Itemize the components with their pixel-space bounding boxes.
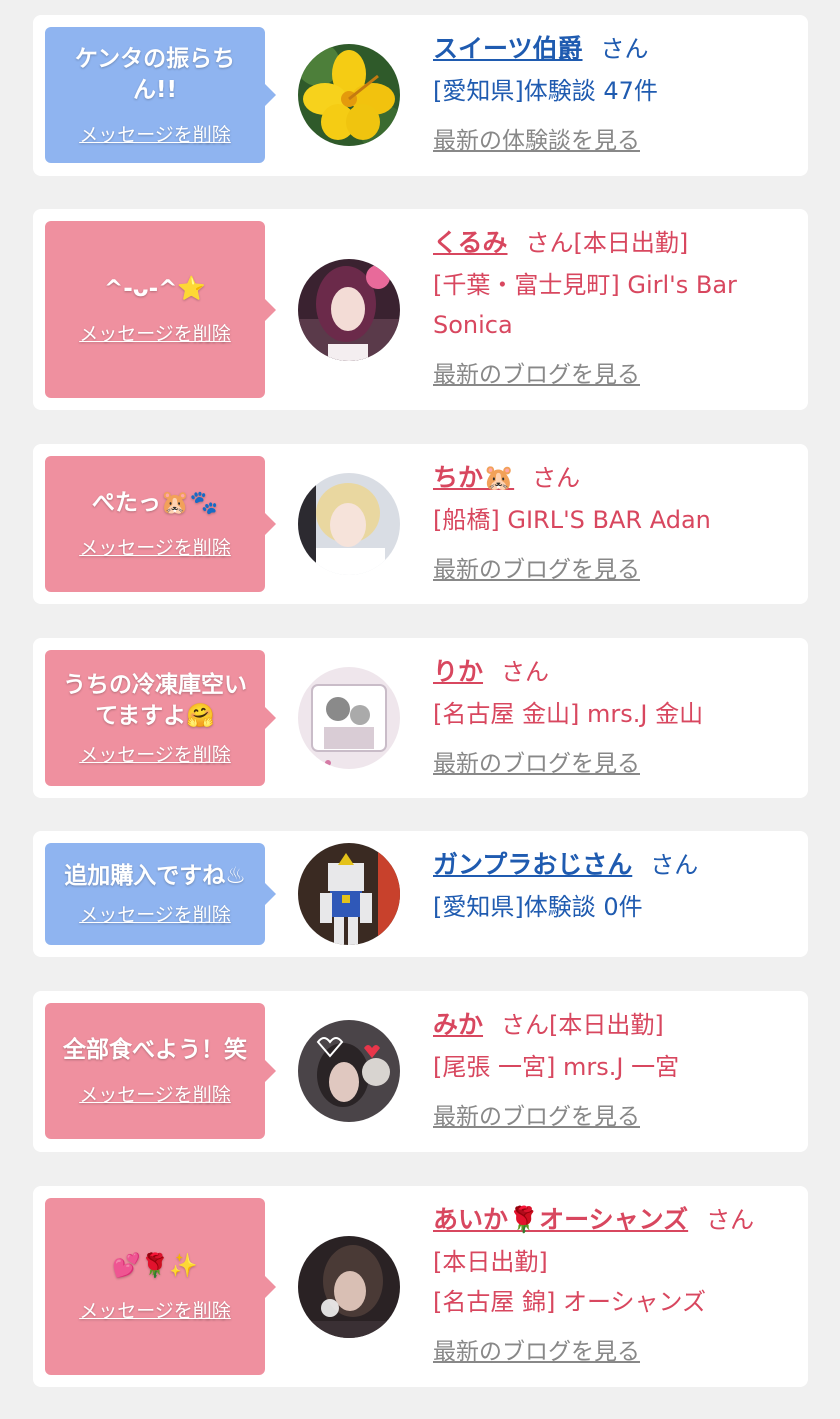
sender-info: みか さん[本日出勤] [尾張 一宮] mrs.J 一宮 最新のブログを見る [433, 1003, 796, 1139]
delete-message-link[interactable]: メッセージを削除 [79, 1296, 231, 1323]
message-text: 💕🌹✨ [112, 1252, 198, 1279]
sender-honorific: さん[本日出勤] [525, 229, 689, 257]
message-bubble: ケンタの振らちん!! メッセージを削除 [45, 27, 276, 163]
latest-blog-link[interactable]: 最新のブログを見る [433, 353, 640, 397]
delete-message-link[interactable]: メッセージを削除 [79, 900, 231, 927]
latest-reviews-link[interactable]: 最新の体験談を見る [433, 119, 640, 163]
sender-detail: [名古屋 錦] オーシャンズ [433, 1288, 707, 1316]
sender-info: くるみ さん[本日出勤] [千葉・富士見町] Girl's Bar Sonica … [433, 221, 796, 397]
latest-blog-link[interactable]: 最新のブログを見る [433, 548, 640, 592]
delete-message-link[interactable]: メッセージを削除 [79, 1080, 231, 1107]
sender-name[interactable]: ガンプラおじさん [433, 850, 632, 879]
sender-detail: [愛知県]体験談 47件 [433, 77, 658, 105]
avatar[interactable] [298, 259, 400, 361]
message-text: うちの冷凍庫空いてますよ🤗 [63, 671, 247, 729]
sender-honorific: さん [501, 658, 550, 686]
sender-detail: [愛知県]体験談 0件 [433, 893, 643, 921]
sender-honorific: さん[本日出勤] [501, 1011, 664, 1039]
sender-name[interactable]: りか [433, 657, 483, 686]
sender-name[interactable]: ちか🐹 [433, 463, 514, 492]
message-bubble: ^-ᴗ-^⭐ メッセージを削除 [45, 221, 276, 398]
message-bubble: うちの冷凍庫空いてますよ🤗 メッセージを削除 [45, 650, 276, 786]
avatar[interactable] [298, 44, 400, 146]
message-text: 追加購入ですね♨ [64, 863, 246, 889]
latest-blog-link[interactable]: 最新のブログを見る [433, 742, 640, 786]
sender-name[interactable]: スイーツ伯爵 [433, 34, 583, 63]
message-text: ぺたっ🐹🐾 [91, 490, 219, 516]
message-card: ^-ᴗ-^⭐ メッセージを削除 くるみ さん[本日出勤] [千葉・富士見町] Gi… [33, 209, 808, 410]
sender-detail: [本日出勤] [433, 1248, 548, 1276]
message-text: ^-ᴗ-^⭐ [103, 275, 207, 302]
message-bubble: ぺたっ🐹🐾 メッセージを削除 [45, 456, 276, 592]
message-card: うちの冷凍庫空いてますよ🤗 メッセージを削除 りか さん [名古屋 金山] mrs… [33, 638, 808, 798]
message-bubble: 追加購入ですね♨ メッセージを削除 [45, 843, 276, 945]
message-bubble: 全部食べよう！笑 メッセージを削除 [45, 1003, 276, 1139]
sender-info: スイーツ伯爵 さん [愛知県]体験談 47件 最新の体験談を見る [433, 27, 796, 163]
message-card: 追加購入ですね♨ メッセージを削除 ガンプラおじさん さん [愛知県]体験談 0件 [33, 831, 808, 957]
sender-info: あいか🌹オーシャンズ さん [本日出勤] [名古屋 錦] オーシャンズ 最新のブロ… [433, 1198, 796, 1374]
latest-blog-link[interactable]: 最新のブログを見る [433, 1330, 640, 1374]
message-bubble: 💕🌹✨ メッセージを削除 [45, 1198, 276, 1375]
message-text: 全部食べよう！笑 [63, 1037, 247, 1063]
sender-honorific: さん [650, 851, 699, 879]
message-list: ケンタの振らちん!! メッセージを削除 スイーツ伯爵 さん [愛知県]体験談 47… [0, 0, 840, 1419]
message-card: 全部食べよう！笑 メッセージを削除 みか さん[本日出勤] [尾張 一宮] mrs… [33, 991, 808, 1152]
delete-message-link[interactable]: メッセージを削除 [79, 740, 231, 767]
sender-honorific: さん [706, 1206, 755, 1234]
sender-name[interactable]: みか [433, 1010, 483, 1039]
avatar[interactable] [298, 1236, 400, 1338]
sender-info: ガンプラおじさん さん [愛知県]体験談 0件 [433, 843, 796, 927]
message-card: 💕🌹✨ メッセージを削除 あいか🌹オーシャンズ さん [本日出勤] [名古屋 錦]… [33, 1186, 808, 1387]
latest-blog-link[interactable]: 最新のブログを見る [433, 1095, 640, 1139]
message-card: ケンタの振らちん!! メッセージを削除 スイーツ伯爵 さん [愛知県]体験談 47… [33, 15, 808, 176]
avatar[interactable] [298, 1020, 400, 1122]
sender-name[interactable]: あいか🌹オーシャンズ [433, 1205, 688, 1234]
message-text: ケンタの振らちん!! [74, 45, 236, 103]
sender-detail: [名古屋 金山] mrs.J 金山 [433, 700, 704, 728]
delete-message-link[interactable]: メッセージを削除 [79, 533, 231, 560]
sender-detail: [船橋] GIRL'S BAR Adan [433, 506, 711, 534]
sender-info: りか さん [名古屋 金山] mrs.J 金山 最新のブログを見る [433, 650, 796, 786]
message-card: ぺたっ🐹🐾 メッセージを削除 ちか🐹 さん [船橋] GIRL'S BAR Ada… [33, 444, 808, 604]
sender-detail: [千葉・富士見町] Girl's Bar Sonica [433, 271, 737, 339]
sender-honorific: さん [532, 464, 581, 492]
sender-detail: [尾張 一宮] mrs.J 一宮 [433, 1053, 680, 1081]
sender-name[interactable]: くるみ [433, 228, 508, 257]
sender-info: ちか🐹 さん [船橋] GIRL'S BAR Adan 最新のブログを見る [433, 456, 796, 592]
delete-message-link[interactable]: メッセージを削除 [79, 120, 231, 147]
avatar[interactable] [298, 843, 400, 945]
avatar[interactable] [298, 667, 400, 769]
delete-message-link[interactable]: メッセージを削除 [79, 319, 231, 346]
sender-honorific: さん [600, 35, 649, 63]
avatar[interactable] [298, 473, 400, 575]
